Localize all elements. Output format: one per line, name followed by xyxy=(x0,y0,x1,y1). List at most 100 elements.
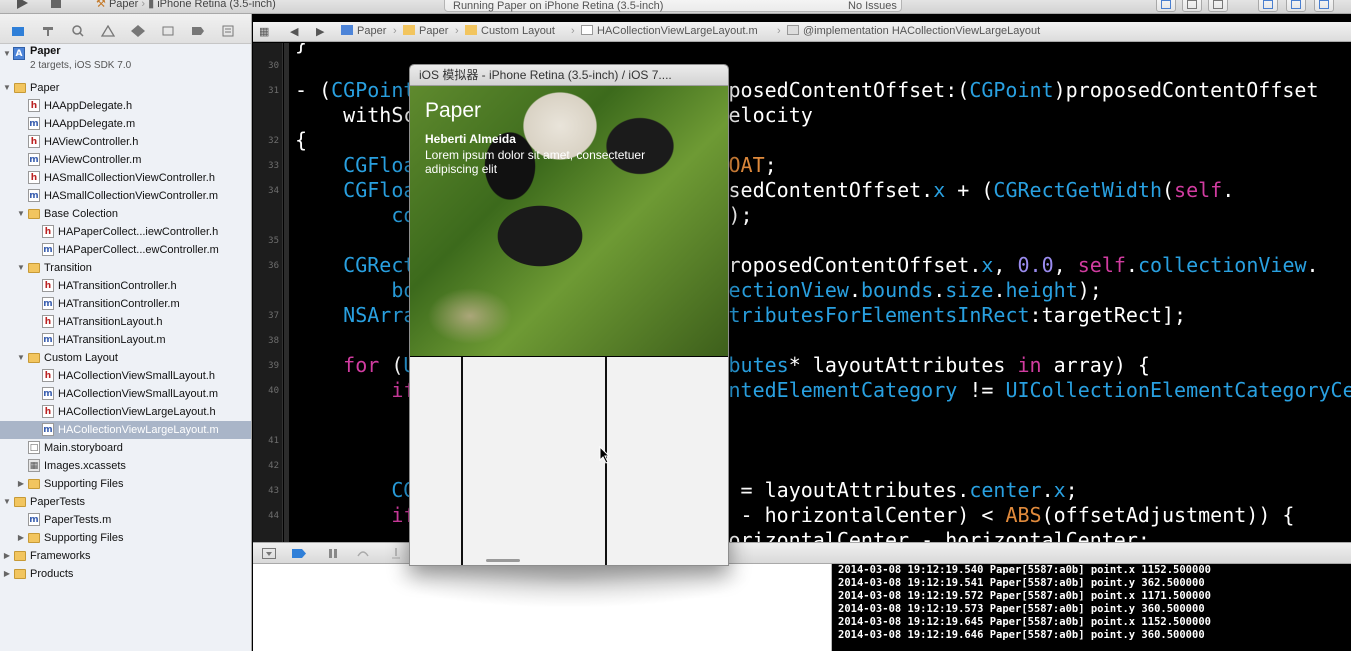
test-icon[interactable] xyxy=(131,25,145,37)
debug-icon[interactable] xyxy=(161,25,175,37)
breadcrumb-group-paper[interactable]: Paper xyxy=(403,25,448,37)
file-row[interactable]: m HATransitionLayout.m xyxy=(0,331,251,349)
implementation-icon xyxy=(787,25,799,35)
row-label: PaperTests xyxy=(30,496,86,508)
folder-icon xyxy=(28,479,40,489)
log-icon[interactable] xyxy=(221,25,235,37)
navigator-toggle-icon xyxy=(1263,0,1273,9)
file-row[interactable]: ▦ Images.xcassets xyxy=(0,457,251,475)
collection-card[interactable] xyxy=(461,357,605,565)
project-row[interactable]: ▼ A Paper 2 targets, iOS SDK 7.0 xyxy=(0,45,251,79)
run-button[interactable] xyxy=(14,0,30,13)
warning-icon[interactable] xyxy=(101,25,115,37)
row-label: HAViewController.m xyxy=(44,154,142,166)
breadcrumb-symbol[interactable]: @implementation HACollectionViewLargeLay… xyxy=(787,25,1040,37)
file-row[interactable]: m HASmallCollectionViewController.m xyxy=(0,187,251,205)
disclosure-closed-icon[interactable]: ▶ xyxy=(2,565,12,583)
group-row[interactable]: ▼ PaperTests xyxy=(0,493,251,511)
disclosure-open-icon[interactable]: ▼ xyxy=(2,79,12,97)
debug-area-toggle-button[interactable] xyxy=(1286,0,1306,12)
file-row[interactable]: h HATransitionLayout.h xyxy=(0,313,251,331)
utilities-toggle-button[interactable] xyxy=(1314,0,1334,12)
group-row[interactable]: ▶ Supporting Files xyxy=(0,475,251,493)
breadcrumb-file[interactable]: HACollectionViewLargeLayout.m xyxy=(581,25,758,37)
breakpoint-icon[interactable] xyxy=(191,25,205,37)
file-row[interactable]: m PaperTests.m xyxy=(0,511,251,529)
simulator-screen[interactable]: Paper Heberti Almeida Lorem ipsum dolor … xyxy=(410,86,728,565)
row-label: HACollectionViewSmallLayout.h xyxy=(58,370,215,382)
group-row[interactable]: ▶ Supporting Files xyxy=(0,529,251,547)
back-icon[interactable]: ◀ xyxy=(290,25,298,38)
group-row[interactable]: ▼ Paper xyxy=(0,79,251,97)
breadcrumb-group-custom-layout[interactable]: Custom Layout xyxy=(465,25,555,37)
forward-icon[interactable]: ▶ xyxy=(316,25,324,38)
disclosure-open-icon[interactable]: ▼ xyxy=(16,259,26,277)
scheme-selector[interactable]: ⚒ Paper › ▮ iPhone Retina (3.5-inch) xyxy=(96,0,276,13)
pause-icon[interactable] xyxy=(326,548,340,559)
collection-card[interactable] xyxy=(410,357,461,565)
row-label: Frameworks xyxy=(30,550,91,562)
row-label: Images.xcassets xyxy=(44,460,126,472)
file-row[interactable]: m HAViewController.m xyxy=(0,151,251,169)
related-items-icon[interactable]: ▦ xyxy=(259,25,269,38)
navigator-toggle-button[interactable] xyxy=(1258,0,1278,12)
group-row[interactable]: ▶ Products xyxy=(0,565,251,583)
hide-debug-area-icon[interactable] xyxy=(262,548,276,559)
code-folding-ribbon[interactable] xyxy=(284,43,289,542)
file-row[interactable]: h HACollectionViewLargeLayout.h xyxy=(0,403,251,421)
breakpoints-toggle-icon[interactable] xyxy=(292,548,306,559)
step-over-icon[interactable] xyxy=(356,548,370,559)
disclosure-open-icon[interactable]: ▼ xyxy=(16,349,26,367)
activity-viewer: Running Paper on iPhone Retina (3.5-inch… xyxy=(444,0,902,12)
file-row[interactable]: m HATransitionController.m xyxy=(0,295,251,313)
implementation-file-icon: m xyxy=(28,153,40,166)
line-number: 31 xyxy=(268,86,279,96)
group-row[interactable]: ▼ Custom Layout xyxy=(0,349,251,367)
disclosure-closed-icon[interactable]: ▶ xyxy=(2,547,12,565)
file-row[interactable]: m HACollectionViewSmallLayout.m xyxy=(0,385,251,403)
file-row[interactable]: □ Main.storyboard xyxy=(0,439,251,457)
folder-icon[interactable] xyxy=(11,25,25,37)
standard-editor-button[interactable] xyxy=(1156,0,1176,12)
destination-label: iPhone Retina (3.5-inch) xyxy=(157,0,276,10)
file-row[interactable]: h HASmallCollectionViewController.h xyxy=(0,169,251,187)
author-name: Heberti Almeida xyxy=(425,132,516,146)
collection-card[interactable] xyxy=(605,357,728,565)
file-row[interactable]: h HAViewController.h xyxy=(0,133,251,151)
breadcrumb-project[interactable]: Paper xyxy=(341,25,386,37)
file-row[interactable]: m HAPaperCollect...ewController.m xyxy=(0,241,251,259)
disclosure-closed-icon[interactable]: ▶ xyxy=(16,529,26,547)
console-line: 2014-03-08 19:12:19.540 Paper[5587:a0b] … xyxy=(838,564,1211,576)
disclosure-open-icon[interactable]: ▼ xyxy=(2,493,12,511)
ios-simulator-window[interactable]: iOS 模拟器 - iPhone Retina (3.5-inch) / iOS… xyxy=(409,64,729,566)
group-row[interactable]: ▶ Frameworks xyxy=(0,547,251,565)
version-editor-button[interactable] xyxy=(1182,0,1202,12)
debug-console[interactable]: 2014-03-08 19:12:19.540 Paper[5587:a0b] … xyxy=(833,564,1351,651)
assistant-editor-button[interactable] xyxy=(1208,0,1228,12)
row-label: HATransitionLayout.m xyxy=(58,334,166,346)
file-row[interactable]: h HAPaperCollect...iewController.h xyxy=(0,223,251,241)
file-row[interactable]: h HATransitionController.h xyxy=(0,277,251,295)
debug-area-toggle-icon xyxy=(1291,0,1301,9)
symbol-icon[interactable] xyxy=(41,25,55,37)
disclosure-closed-icon[interactable]: ▶ xyxy=(16,475,26,493)
row-label: Custom Layout xyxy=(44,352,118,364)
group-row[interactable]: ▼ Base Colection xyxy=(0,205,251,223)
stop-button[interactable] xyxy=(48,0,64,13)
file-row[interactable]: m HAAppDelegate.m xyxy=(0,115,251,133)
m-file-icon xyxy=(581,25,593,35)
implementation-file-icon: m xyxy=(42,423,54,436)
jump-bar: ▦ ◀ ▶ Paper › Paper › Custom Layout › HA… xyxy=(253,22,1351,42)
folder-icon xyxy=(28,263,40,273)
file-row[interactable]: h HACollectionViewSmallLayout.h xyxy=(0,367,251,385)
group-row[interactable]: ▼ Transition xyxy=(0,259,251,277)
row-label: HACollectionViewSmallLayout.m xyxy=(58,388,218,400)
file-row[interactable]: h HAAppDelegate.h xyxy=(0,97,251,115)
file-row[interactable]: m HACollectionViewLargeLayout.m xyxy=(0,421,251,439)
console-line: 2014-03-08 19:12:19.572 Paper[5587:a0b] … xyxy=(838,590,1211,602)
disclosure-open-icon[interactable]: ▼ xyxy=(16,205,26,223)
implementation-file-icon: m xyxy=(28,117,40,130)
search-icon[interactable] xyxy=(71,25,85,37)
storyboard-icon: □ xyxy=(28,441,40,454)
row-label: HASmallCollectionViewController.h xyxy=(44,172,215,184)
